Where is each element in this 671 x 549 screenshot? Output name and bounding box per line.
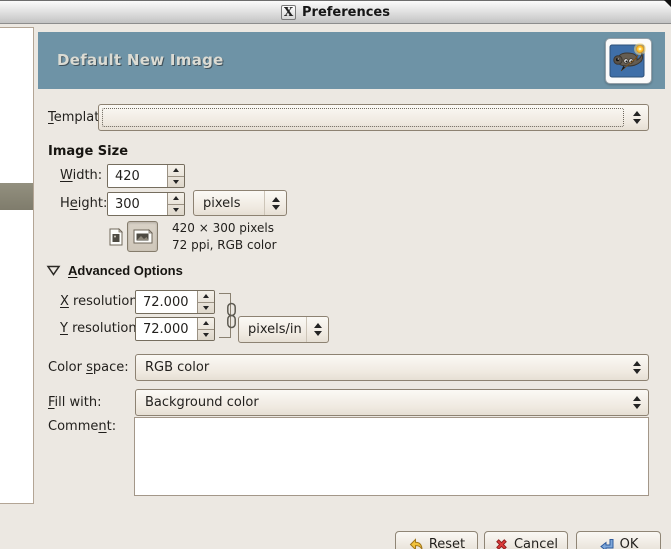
reset-button-label: Reset bbox=[428, 537, 466, 549]
height-input[interactable] bbox=[108, 193, 167, 215]
spin-down-icon[interactable] bbox=[198, 328, 214, 341]
cancel-button[interactable]: Cancel bbox=[484, 531, 568, 549]
up-down-arrows-icon[interactable] bbox=[306, 317, 328, 342]
x-resolution-spin-buttons[interactable] bbox=[197, 291, 214, 313]
wilber-wand-graphic bbox=[609, 43, 646, 78]
size-unit-combo[interactable]: pixels bbox=[193, 190, 287, 216]
spin-up-icon[interactable] bbox=[168, 193, 184, 204]
preferences-window: X Preferences Default New Image Template… bbox=[0, 0, 671, 549]
undo-arrow-icon bbox=[409, 537, 423, 549]
height-label: Height: bbox=[60, 196, 108, 211]
height-spin-buttons[interactable] bbox=[167, 193, 184, 215]
fill-with-combo[interactable]: Background color bbox=[135, 389, 649, 416]
chain-linked-icon[interactable] bbox=[226, 302, 237, 329]
focus-indicator bbox=[102, 108, 624, 127]
wilber-wand-icon bbox=[605, 38, 652, 84]
color-space-value: RGB color bbox=[145, 360, 210, 375]
tree-selected-row[interactable] bbox=[0, 183, 33, 210]
red-x-icon bbox=[496, 539, 507, 549]
enter-arrow-icon bbox=[599, 538, 614, 549]
image-size-heading: Image Size bbox=[48, 144, 129, 159]
spin-down-icon[interactable] bbox=[168, 175, 184, 188]
reset-button[interactable]: Reset bbox=[395, 531, 478, 549]
y-resolution-input[interactable] bbox=[136, 318, 197, 340]
comment-textarea[interactable] bbox=[134, 417, 649, 496]
size-summary-line2: 72 ppi, RGB color bbox=[172, 238, 277, 252]
x11-logo-icon: X bbox=[281, 4, 296, 20]
spin-down-icon[interactable] bbox=[168, 203, 184, 216]
page-header: Default New Image bbox=[38, 32, 665, 89]
cancel-button-label: Cancel bbox=[513, 537, 559, 549]
fill-with-value: Background color bbox=[145, 395, 259, 410]
page-title: Default New Image bbox=[57, 51, 224, 69]
triangle-down-icon bbox=[46, 265, 61, 276]
x-resolution-spinbox[interactable] bbox=[135, 290, 215, 314]
y-resolution-spinbox[interactable] bbox=[135, 317, 215, 341]
size-summary-line1: 420 × 300 pixels bbox=[172, 221, 274, 235]
size-unit-value: pixels bbox=[203, 195, 241, 211]
template-combo[interactable] bbox=[98, 104, 649, 131]
spin-up-icon[interactable] bbox=[168, 165, 184, 176]
y-resolution-spin-buttons[interactable] bbox=[197, 318, 214, 340]
width-spinbox[interactable] bbox=[107, 164, 185, 188]
up-down-arrows-icon[interactable] bbox=[626, 105, 648, 130]
color-space-label: Color space: bbox=[48, 360, 129, 375]
x-resolution-label: X resolution: bbox=[60, 294, 142, 309]
window-title: Preferences bbox=[302, 4, 390, 20]
color-space-combo[interactable]: RGB color bbox=[135, 354, 649, 381]
height-spinbox[interactable] bbox=[107, 192, 185, 216]
advanced-options-label: Advanced Options bbox=[68, 263, 183, 278]
spin-up-icon[interactable] bbox=[198, 318, 214, 329]
up-down-arrows-icon[interactable] bbox=[264, 191, 286, 215]
portrait-page-icon[interactable] bbox=[105, 224, 127, 250]
width-label: Width: bbox=[60, 168, 103, 183]
window-resize-corner[interactable] bbox=[664, 0, 671, 7]
preferences-tree[interactable] bbox=[0, 27, 34, 504]
width-spin-buttons[interactable] bbox=[167, 165, 184, 187]
y-resolution-label: Y resolution: bbox=[60, 321, 142, 336]
titlebar[interactable]: X Preferences bbox=[0, 0, 671, 24]
resolution-unit-combo[interactable]: pixels/in bbox=[238, 316, 329, 343]
spin-down-icon[interactable] bbox=[198, 301, 214, 314]
ok-button[interactable]: OK bbox=[576, 531, 661, 549]
width-input[interactable] bbox=[108, 165, 167, 187]
fill-with-label: Fill with: bbox=[48, 395, 102, 410]
spin-up-icon[interactable] bbox=[198, 291, 214, 302]
advanced-options-expander[interactable]: Advanced Options bbox=[46, 263, 183, 278]
ok-button-label: OK bbox=[619, 537, 639, 549]
x-resolution-input[interactable] bbox=[136, 291, 197, 313]
up-down-arrows-icon[interactable] bbox=[626, 355, 648, 380]
comment-label: Comment: bbox=[48, 419, 117, 434]
landscape-page-icon[interactable] bbox=[127, 221, 158, 252]
up-down-arrows-icon[interactable] bbox=[626, 390, 648, 415]
resolution-unit-value: pixels/in bbox=[248, 322, 302, 337]
